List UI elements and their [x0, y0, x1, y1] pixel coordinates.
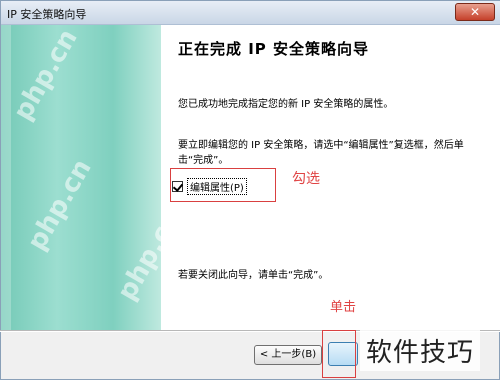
window-title: IP 安全策略向导: [7, 8, 87, 21]
edit-instructions: 要立即编辑您的 IP 安全策略，请选中“编辑属性”复选框，然后单击“完成”。: [178, 140, 464, 166]
completion-message: 您已成功地完成指定您的新 IP 安全策略的属性。: [178, 99, 394, 110]
close-button[interactable]: ✕: [455, 3, 495, 21]
finish-highlight-box: [322, 330, 356, 378]
back-button[interactable]: < 上一步(B): [254, 345, 322, 365]
title-bar[interactable]: IP 安全策略向导 ✕: [1, 1, 500, 25]
side-panel-highlight: [1, 25, 11, 331]
click-annotation: 单击: [330, 300, 357, 315]
checkbox-highlight-box: [170, 168, 276, 202]
check-annotation: 勾选: [292, 171, 320, 187]
close-instructions: 若要关闭此向导，请单击“完成”。: [178, 270, 329, 281]
brand-watermark: 软件技巧: [360, 330, 481, 371]
wizard-heading: 正在完成 IP 安全策略向导: [178, 40, 370, 58]
